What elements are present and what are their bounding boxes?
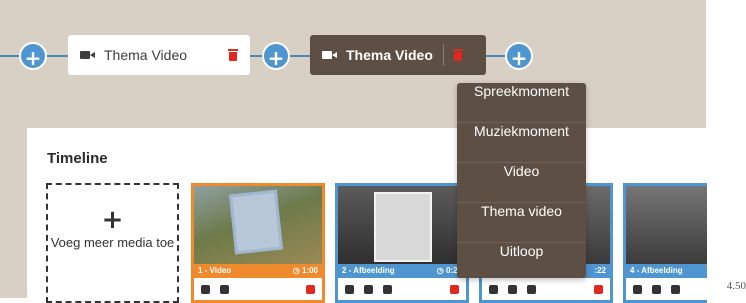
video-camera-icon <box>322 50 337 60</box>
delete-trash-icon[interactable] <box>452 49 463 61</box>
menu-item-video[interactable]: Video <box>457 163 586 203</box>
timeline-tile-image[interactable]: 4 - Afbeelding <box>623 183 707 303</box>
copy-icon[interactable] <box>383 284 392 294</box>
delete-trash-icon[interactable] <box>594 284 603 294</box>
tile-toolbar <box>194 278 322 300</box>
video-camera-icon <box>80 50 95 60</box>
delete-trash-icon[interactable] <box>450 284 459 294</box>
settings-icon[interactable] <box>508 284 517 294</box>
tile-toolbar <box>338 278 466 300</box>
copy-icon[interactable] <box>671 284 680 294</box>
add-step-button-1[interactable]: + <box>19 42 47 70</box>
page-number: 4.50 <box>726 280 746 292</box>
tile-info-bar: 4 - Afbeelding <box>626 264 707 278</box>
flow-card-label: Thema Video <box>346 47 433 63</box>
flow-card-thema-video-2[interactable]: Thema Video <box>310 35 486 75</box>
tile-name: 2 - Afbeelding <box>342 266 395 275</box>
add-media-button[interactable]: + Voeg meer media toe <box>46 183 179 303</box>
menu-item-thema-video[interactable]: Thema video <box>457 203 586 243</box>
edit-icon[interactable] <box>489 284 498 294</box>
menu-item-uitloop[interactable]: Uitloop <box>457 243 586 282</box>
copy-icon[interactable] <box>527 284 536 294</box>
tile-name: 1 - Video <box>198 266 232 275</box>
edit-icon[interactable] <box>633 284 642 294</box>
add-step-button-3[interactable]: + <box>505 42 533 70</box>
plus-icon: + <box>510 46 528 70</box>
flow-card-label: Thema Video <box>104 47 188 63</box>
timeline-title: Timeline <box>47 150 108 167</box>
timeline-tile-image[interactable]: 2 - Afbeelding ◷ 0:22 <box>335 183 469 303</box>
tile-info-bar: 1 - Video ◷ 1:00 <box>194 264 322 278</box>
edit-icon[interactable] <box>345 284 354 294</box>
settings-icon[interactable] <box>652 284 661 294</box>
tile-toolbar <box>626 278 707 300</box>
delete-trash-icon[interactable] <box>228 49 238 61</box>
tile-name: 4 - Afbeelding <box>630 266 683 275</box>
tile-thumbnail <box>194 186 322 264</box>
tile-duration: :22 <box>594 266 606 275</box>
flow-card-thema-video-1[interactable]: Thema Video <box>68 35 250 75</box>
tile-thumbnail <box>626 186 707 264</box>
add-media-label: Voeg meer media toe <box>50 235 175 250</box>
add-step-dropdown-menu: Spreekmoment Muziekmoment Video Thema vi… <box>457 83 586 278</box>
plus-icon: + <box>101 205 124 235</box>
menu-item-spreekmoment[interactable]: Spreekmoment <box>457 83 586 123</box>
plus-icon: + <box>24 46 42 70</box>
delete-trash-icon[interactable] <box>306 284 315 294</box>
timeline-panel: Timeline + Voeg meer media toe 1 - Video… <box>27 128 707 303</box>
settings-icon[interactable] <box>364 284 373 294</box>
timeline-tile-video[interactable]: 1 - Video ◷ 1:00 <box>191 183 325 303</box>
add-step-button-2[interactable]: + <box>262 42 290 70</box>
copy-icon[interactable] <box>220 284 229 294</box>
divider <box>442 44 444 66</box>
settings-icon[interactable] <box>201 284 210 294</box>
tile-duration: ◷ 1:00 <box>292 266 318 275</box>
tile-thumbnail <box>338 186 466 264</box>
menu-item-muziekmoment[interactable]: Muziekmoment <box>457 123 586 163</box>
plus-icon: + <box>267 46 285 70</box>
tile-info-bar: 2 - Afbeelding ◷ 0:22 <box>338 264 466 278</box>
